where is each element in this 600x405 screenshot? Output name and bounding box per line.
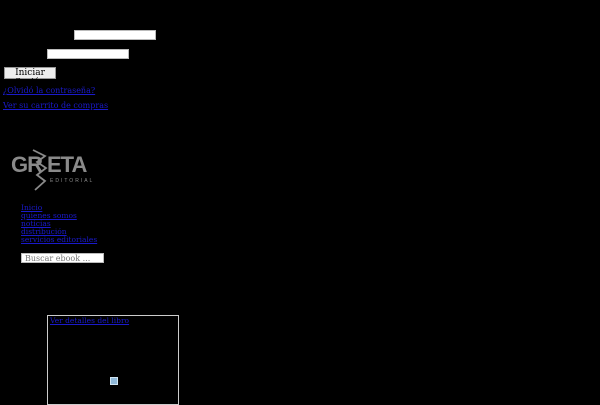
nav-item-servicios-editoriales[interactable]: servicios editoriales [21,235,97,244]
broken-image-icon[interactable] [110,377,118,385]
svg-text:EDITORIAL: EDITORIAL [50,178,93,184]
logo-mark: GR ETA EDITORIAL [11,149,93,191]
forgot-password-link[interactable]: ¿Olvidó la contraseña? [3,86,95,95]
username-input[interactable] [74,30,156,40]
main-nav: Inicio quienes somos noticias distribuci… [21,204,97,244]
book-panel: Ver detalles del libro [47,315,179,405]
ebook-search-input[interactable] [21,253,104,263]
view-cart-link[interactable]: Ver su carrito de compras [3,101,108,110]
svg-text:ETA: ETA [47,152,87,177]
login-button[interactable]: Iniciar Sesión [4,67,56,88]
book-details-link[interactable]: Ver detalles del libro [50,316,129,325]
password-input[interactable] [47,49,129,59]
site-logo[interactable]: GR ETA EDITORIAL [11,146,93,194]
